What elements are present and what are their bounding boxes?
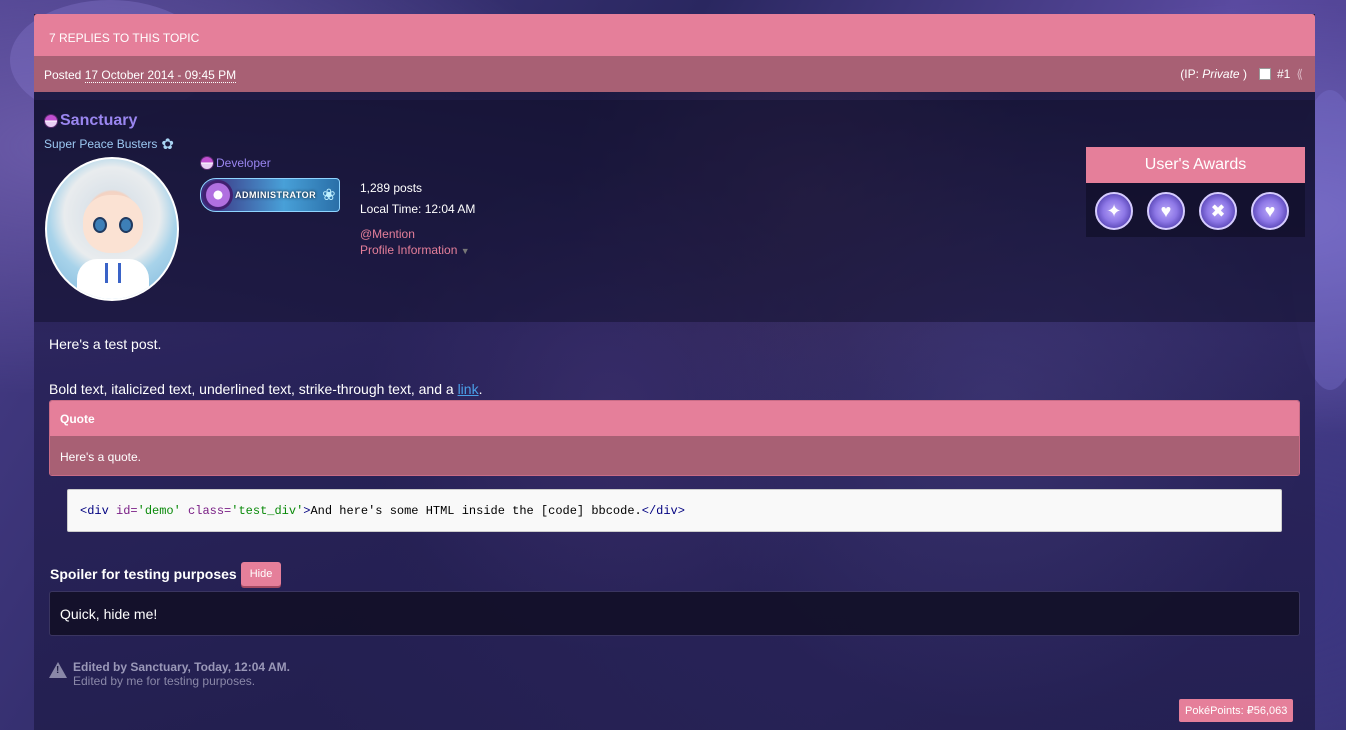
code-class-attr: class= xyxy=(180,504,232,518)
multiquote-checkbox[interactable] xyxy=(1258,68,1271,80)
post-text-line2: Bold text, italicized text, underlined t… xyxy=(49,381,482,397)
post-text-line2-end: . xyxy=(478,381,483,397)
author-stats: 1,289 posts Local Time: 12:04 AM @Mentio… xyxy=(360,178,475,259)
pokeball-icon xyxy=(200,156,214,170)
profile-information-link[interactable]: Profile Information ▼ xyxy=(360,242,475,259)
badge-text: ADMINISTRATOR xyxy=(235,190,317,200)
code-close-tag: </div> xyxy=(641,504,685,518)
award-medal-winged-heart-icon[interactable]: ♥ xyxy=(1147,192,1185,230)
member-title: Super Peace Busters ✿ xyxy=(44,135,174,153)
award-medals: ✦ ♥ ✖ ♥ xyxy=(1086,183,1305,230)
award-medal-heart-icon[interactable]: ♥ xyxy=(1251,192,1289,230)
group-name-text: Developer xyxy=(216,156,271,170)
code-block: <div id='demo' class='test_div'>And here… xyxy=(67,489,1282,532)
pokepoints-value: ₽56,063 xyxy=(1246,705,1288,717)
code-open-tag: <div xyxy=(80,504,109,518)
author-links: @Mention Profile Information ▼ xyxy=(360,226,475,259)
post-container: 7 REPLIES TO THIS TOPIC Posted 17 Octobe… xyxy=(34,14,1315,730)
award-medal-icon[interactable]: ✦ xyxy=(1095,192,1133,230)
flower-icon: ✿ xyxy=(161,136,174,153)
warning-icon: ! xyxy=(49,662,67,678)
group-name: Developer xyxy=(200,156,271,170)
post-text-line1: Here's a test post. xyxy=(49,336,162,352)
pokepoints-badge: PokéPoints: ₽56,063 xyxy=(1179,699,1294,722)
posted-info: Posted 17 October 2014 - 09:45 PM xyxy=(44,68,237,83)
username-link[interactable]: Sanctuary xyxy=(44,112,137,130)
badge-orb-icon xyxy=(203,180,233,210)
badge-emblem-icon: ❀ xyxy=(322,187,336,204)
spoiler-hide-button[interactable]: Hide xyxy=(240,562,282,586)
code-id-attr: id= xyxy=(108,504,138,518)
post-number-link[interactable]: #1 xyxy=(1277,67,1290,81)
code-text: And here's some HTML inside the [code] b… xyxy=(310,504,642,518)
pokeball-icon xyxy=(44,114,58,128)
ip-value: Private xyxy=(1202,67,1240,81)
avatar-face xyxy=(83,195,143,253)
member-title-text: Super Peace Busters xyxy=(44,137,158,151)
post-count: 1,289 posts xyxy=(360,181,423,195)
ip-prefix: (IP: xyxy=(1180,67,1199,81)
edit-note: ! Edited by Sanctuary, Today, 12:04 AM. … xyxy=(49,660,290,688)
local-time: Local Time: 12:04 AM xyxy=(360,202,476,216)
edit-note-text: Edited by Sanctuary, Today, 12:04 AM. Ed… xyxy=(73,660,290,688)
profile-information-text: Profile Information xyxy=(360,243,458,257)
edit-note-reason: Edited by me for testing purposes. xyxy=(73,674,256,688)
code-class-value: 'test_div' xyxy=(231,504,304,518)
mention-link[interactable]: @Mention xyxy=(360,226,475,242)
post-meta-bar: Posted 17 October 2014 - 09:45 PM (IP: P… xyxy=(34,56,1315,92)
post-date-link[interactable]: 17 October 2014 - 09:45 PM xyxy=(84,68,237,83)
avatar-bow xyxy=(105,263,121,283)
spoiler-body: Quick, hide me! xyxy=(49,591,1300,636)
post-text-line2-body: Bold text, italicized text, underlined t… xyxy=(49,381,454,397)
award-medal-cross-heart-icon[interactable]: ✖ xyxy=(1199,192,1237,230)
caret-down-icon: ▼ xyxy=(460,246,470,256)
avatar-eye-left xyxy=(93,217,107,233)
administrator-badge: ADMINISTRATOR ❀ xyxy=(200,178,340,212)
user-avatar[interactable] xyxy=(45,157,179,301)
quote-block: Quote Here's a quote. xyxy=(49,400,1300,476)
post-link[interactable]: link xyxy=(458,381,479,397)
spoiler-header: Spoiler for testing purposes Hide xyxy=(50,562,282,586)
spoiler-title: Spoiler for testing purposes xyxy=(50,566,237,582)
pokepoints-label: PokéPoints: xyxy=(1185,705,1244,717)
replies-header: 7 REPLIES TO THIS TOPIC xyxy=(34,14,1315,56)
ip-info: (IP: Private ) xyxy=(1180,67,1247,81)
post-meta-right: (IP: Private ) #1 ⟪ xyxy=(1180,67,1303,81)
author-panel: Sanctuary Super Peace Busters ✿ Develope… xyxy=(34,100,1315,322)
avatar-eye-right xyxy=(119,217,133,233)
ip-suffix: ) xyxy=(1242,67,1247,81)
edit-note-title: Edited by Sanctuary, Today, 12:04 AM. xyxy=(73,660,290,674)
username-text: Sanctuary xyxy=(60,112,138,129)
share-icon[interactable]: ⟪ xyxy=(1296,67,1303,81)
user-awards-panel: User's Awards ✦ ♥ ✖ ♥ xyxy=(1086,147,1305,237)
posted-prefix: Posted xyxy=(44,68,82,82)
quote-header: Quote xyxy=(50,401,1299,436)
awards-title: User's Awards xyxy=(1086,147,1305,183)
code-id-value: 'demo' xyxy=(137,504,181,518)
quote-body: Here's a quote. xyxy=(50,436,1299,475)
